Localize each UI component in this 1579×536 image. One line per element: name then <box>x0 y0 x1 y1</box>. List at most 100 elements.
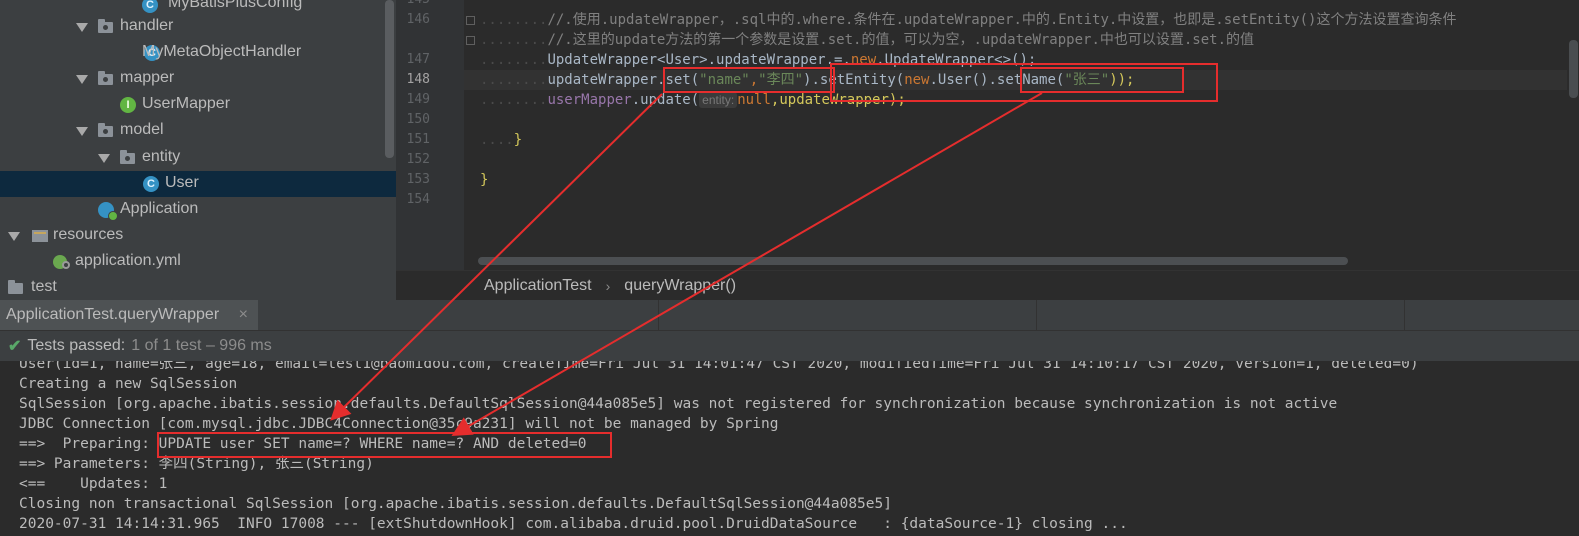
tree-item-label: UserMapper <box>142 95 231 112</box>
code-brace: } <box>513 132 523 148</box>
line-number: 154 <box>406 192 430 207</box>
indent-whitespace: ........ <box>480 72 548 88</box>
code-line-151[interactable]: ....} <box>480 130 522 150</box>
code-line-146[interactable]: ........//.这里的update方法的第一个参数是设置.set.的值，可… <box>480 30 1254 50</box>
tree-item-mymetaobjecthandler[interactable]: C MyMetaObjectHandler <box>0 40 396 66</box>
code-text: UpdateWrapper<User>.updateWrapper.=. <box>547 52 851 68</box>
console-line: Closing non transactional SqlSession [or… <box>19 496 892 512</box>
annotation-box-set-name <box>1020 67 1184 93</box>
code-field: userMapper <box>547 92 632 108</box>
class-icon: C <box>143 176 159 192</box>
annotation-box-sql-statement <box>157 432 612 458</box>
divider <box>658 300 659 330</box>
package-folder-icon <box>98 71 113 85</box>
tree-item-label: test <box>31 278 57 295</box>
line-number: 151 <box>406 132 430 147</box>
resources-folder-icon <box>32 230 48 242</box>
tree-item-label: MyBatisPlusConfig <box>168 0 303 11</box>
breadcrumb-item-method[interactable]: queryWrapper() <box>624 277 736 295</box>
package-folder-icon <box>98 123 113 137</box>
line-number: 149 <box>406 92 430 107</box>
code-comment: //.使用.updateWrapper，.sql中的.where.条件在.upd… <box>547 12 1457 28</box>
console-line: JDBC Connection [com.mysql.jdbc.JDBC4Con… <box>19 416 779 432</box>
breadcrumb-item-class[interactable]: ApplicationTest <box>484 277 592 295</box>
interface-icon: I <box>120 97 136 113</box>
tree-item-label: MyMetaObjectHandler <box>142 43 302 60</box>
scrollbar-thumb[interactable] <box>1569 40 1578 98</box>
tree-item-mapper[interactable]: mapper <box>0 66 396 92</box>
tree-item-usermapper[interactable]: I UserMapper <box>0 92 396 118</box>
console-line: <== Updates: 1 <box>19 476 168 492</box>
code-line-153[interactable]: } <box>480 170 488 190</box>
indent-whitespace: ........ <box>480 92 548 108</box>
class-icon: C <box>142 0 158 13</box>
run-tab-bar: ApplicationTest.queryWrapper × <box>0 300 1579 331</box>
console-line: Creating a new SqlSession <box>19 376 238 392</box>
code-comment: //.这里的update方法的第一个参数是设置.set.的值，可以为空，.upd… <box>547 32 1255 48</box>
expand-arrow-icon[interactable] <box>8 232 20 241</box>
line-number: 147 <box>406 52 430 67</box>
code-text: .update( <box>631 92 700 108</box>
tree-item-label: model <box>120 121 164 138</box>
line-number: 145 <box>396 0 430 7</box>
spring-boot-app-icon <box>98 202 118 221</box>
expand-arrow-icon[interactable] <box>98 154 110 163</box>
console-line: SqlSession [org.apache.ibatis.session.de… <box>19 396 1338 412</box>
line-number: 153 <box>406 172 430 187</box>
tests-count-label: 1 of 1 test – 996 ms <box>131 337 272 354</box>
code-brace: } <box>480 172 489 188</box>
line-number: 148 <box>406 72 430 87</box>
line-number: 152 <box>406 152 430 167</box>
tree-item-model[interactable]: model <box>0 118 396 144</box>
fold-marker-icon[interactable] <box>466 16 475 25</box>
package-folder-icon <box>98 19 113 33</box>
code-keyword: null <box>737 92 771 108</box>
indent-whitespace: ........ <box>480 52 548 68</box>
tree-item-label: handler <box>120 17 174 34</box>
close-icon[interactable]: × <box>239 306 248 324</box>
annotation-box-set-call <box>663 67 835 93</box>
test-status-bar: ✔ Tests passed: 1 of 1 test – 996 ms <box>0 331 1579 361</box>
code-editor[interactable]: 145 146 147 148 149 150 151 152 153 154 … <box>396 0 1579 270</box>
line-number: 150 <box>406 112 430 127</box>
tree-item-label: application.yml <box>75 252 181 269</box>
expand-arrow-icon[interactable] <box>76 75 88 84</box>
indent-whitespace: ........ <box>480 32 548 48</box>
divider <box>1404 300 1405 330</box>
package-folder-icon <box>120 150 135 164</box>
run-tab[interactable]: ApplicationTest.queryWrapper × <box>0 300 258 330</box>
tree-item-application-yml[interactable]: application.yml <box>0 249 396 275</box>
console-line: User(id=1, name=张三, age=18, email=test1@… <box>19 361 1419 372</box>
line-number: 146 <box>406 12 430 27</box>
tests-passed-label: Tests passed: <box>27 337 126 354</box>
divider <box>1036 300 1037 330</box>
parameter-hint: entity: <box>699 92 738 108</box>
editor-horizontal-scrollbar[interactable] <box>478 257 1348 265</box>
tree-item-label: entity <box>142 148 181 165</box>
tree-item-label: resources <box>53 226 124 243</box>
tree-scrollbar[interactable] <box>385 0 394 158</box>
tree-item-entity[interactable]: entity <box>0 145 396 171</box>
check-icon: ✔ <box>8 338 22 355</box>
fold-marker-icon[interactable] <box>466 36 475 45</box>
console-line: 2020-07-31 14:14:31.965 INFO 17008 --- [… <box>19 516 1128 532</box>
project-tree-panel: C MyBatisPlusConfig handler C MyMetaObje… <box>0 0 396 300</box>
expand-arrow-icon[interactable] <box>76 127 88 136</box>
tree-item-handler[interactable]: handler <box>0 14 396 40</box>
spring-yaml-icon <box>53 254 71 270</box>
run-tab-label: ApplicationTest.queryWrapper <box>6 306 220 323</box>
tree-item-label: mapper <box>120 69 175 86</box>
tree-item-user[interactable]: C User <box>0 171 396 197</box>
expand-arrow-icon[interactable] <box>76 23 88 32</box>
tree-item-application[interactable]: Application <box>0 197 396 223</box>
breadcrumb-separator-icon: › <box>605 278 611 294</box>
tree-item-label: Application <box>120 200 199 217</box>
tree-item-label: User <box>165 174 199 191</box>
indent-whitespace: ........ <box>480 12 548 28</box>
breadcrumb: ApplicationTest › queryWrapper() <box>396 270 1579 301</box>
tree-item-test[interactable]: test <box>0 275 396 300</box>
tree-item-resources[interactable]: resources <box>0 223 396 249</box>
indent-whitespace: .... <box>480 132 514 148</box>
code-line-145[interactable]: ........//.使用.updateWrapper，.sql中的.where… <box>480 10 1456 30</box>
editor-vertical-scrollbar[interactable] <box>1567 0 1579 270</box>
